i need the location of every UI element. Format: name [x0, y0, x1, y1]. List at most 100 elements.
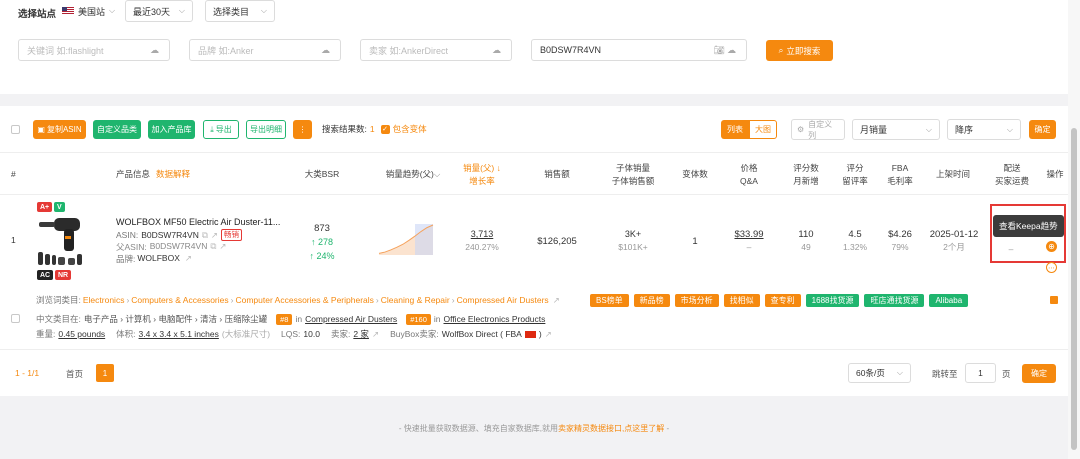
search-icon: ⌕ — [778, 45, 784, 55]
sales-trend-chart[interactable] — [378, 222, 434, 256]
browse-node-peripherals[interactable]: Computer Accessories & Peripherals — [235, 295, 373, 305]
external-link-icon[interactable]: ↗ — [545, 329, 552, 340]
upload-cloud-icon[interactable]: ☁ — [150, 45, 161, 56]
external-link-icon[interactable]: ↗ — [211, 230, 218, 241]
col-launch[interactable]: 上架时间 — [932, 168, 974, 181]
col-rating[interactable]: 评分 留评率 — [838, 162, 872, 188]
grid-view-button[interactable]: 大图 — [749, 120, 777, 139]
asin-input[interactable]: B0DSW7R4VN 📷︎☁ — [531, 39, 747, 61]
copy-icon: ▣ — [37, 125, 45, 134]
goto-confirm-button[interactable]: 确定 — [1022, 364, 1056, 383]
buybox-value[interactable]: WolfBox Direct ( FBA — [442, 329, 522, 339]
new-release-chip[interactable]: 新品榜 — [633, 294, 670, 307]
first-page-link[interactable]: 首页 — [66, 368, 83, 380]
copy-asin-label: 复制ASIN — [46, 125, 82, 134]
col-child-sales[interactable]: 子体销量 子体销售额 — [606, 162, 660, 188]
external-link-icon[interactable]: ↗ — [553, 295, 560, 306]
search-button[interactable]: ⌕ 立即搜索 — [766, 40, 833, 61]
per-page-select[interactable]: 60条/页 ⌵ — [848, 363, 911, 383]
product-title[interactable]: WOLFBOX MF50 Electric Air Duster-11... — [116, 217, 280, 227]
specs-line: 重量: 0.45 pounds 体积: 3.4 x 3.4 x 5.1 inch… — [36, 328, 552, 340]
upload-cloud-icon[interactable]: ☁ — [321, 45, 332, 56]
divider — [0, 194, 1068, 195]
list-view-button[interactable]: 列表 — [721, 120, 749, 139]
rank-category-link[interactable]: Compressed Air Dusters — [305, 314, 397, 324]
page-1-button[interactable]: 1 — [96, 364, 114, 382]
period-select[interactable]: 最近30天 ⌵ — [125, 0, 193, 22]
col-reviews[interactable]: 评分数 月新增 — [788, 162, 824, 188]
category-select[interactable]: 选择类目 ⌵ — [205, 0, 275, 22]
data-explain-link[interactable]: 数据解释 — [156, 168, 190, 181]
seller-input[interactable]: 卖家 如:AnkerDirect ☁ — [360, 39, 512, 61]
external-link-icon[interactable]: ↗ — [185, 253, 192, 265]
sort-order-select[interactable]: 降序 ⌵ — [947, 119, 1021, 140]
more-actions-icon[interactable]: ⋯ — [1046, 262, 1057, 273]
product-image[interactable] — [36, 214, 86, 268]
more-menu-button[interactable]: ⋮ — [293, 120, 312, 139]
market-analysis-chip[interactable]: 市场分析 — [674, 294, 719, 307]
include-variants-checkbox[interactable]: ✓ — [380, 124, 390, 134]
select-all-checkbox[interactable] — [11, 125, 20, 134]
keepa-trend-icon[interactable]: ⊕ — [1046, 241, 1057, 252]
col-fba[interactable]: FBA 毛利率 — [882, 162, 918, 188]
asin-value[interactable]: B0DSW7R4VN — [141, 230, 199, 240]
brand-value[interactable]: WOLFBOX — [137, 253, 180, 265]
parent-asin-value[interactable]: B0DSW7R4VN — [150, 241, 208, 253]
browse-node-electronics[interactable]: Electronics — [83, 295, 125, 305]
browse-node-cleaning[interactable]: Cleaning & Repair — [381, 295, 450, 305]
col-margin-label: 毛利率 — [887, 176, 913, 186]
site-select[interactable]: 美国站 ⌵ — [62, 4, 115, 18]
find-similar-chip[interactable]: 找相似 — [723, 294, 760, 307]
col-variants[interactable]: 变体数 — [676, 168, 714, 181]
browse-node-computers[interactable]: Computers & Accessories — [131, 295, 228, 305]
brand-input[interactable]: 品牌 如:Anker ☁ — [189, 39, 341, 61]
col-product-label: 产品信息 — [116, 169, 151, 179]
divider — [0, 349, 1068, 350]
chevron-down-icon: ⌵ — [260, 6, 267, 15]
keyword-input[interactable]: 关键词 如:flashlight ☁ — [18, 39, 170, 61]
api-promo-link[interactable]: 卖家精灵数据接口,点这里了解 — [558, 424, 664, 433]
copy-icon[interactable]: ⧉ — [210, 241, 216, 253]
vertical-scrollbar[interactable] — [1068, 0, 1080, 459]
source-1688-chip[interactable]: 1688找货源 — [805, 294, 860, 307]
col-bsr[interactable]: 大类BSR — [302, 168, 342, 181]
site-value: 美国站 — [78, 6, 106, 17]
upload-cloud-icon[interactable]: ☁ — [492, 45, 503, 56]
alibaba-chip[interactable]: Alibaba — [929, 294, 969, 307]
add-library-button[interactable]: 加入产品库 — [148, 120, 195, 139]
sort-confirm-button[interactable]: 确定 — [1029, 120, 1056, 139]
browse-node-dusters[interactable]: Compressed Air Dusters — [457, 295, 549, 305]
asin-label: ASIN: — [116, 230, 139, 240]
col-sales[interactable]: 销量(父) ↓ 增长率 — [460, 162, 504, 188]
row-checkbox[interactable] — [11, 314, 20, 323]
video-badge: V — [54, 202, 65, 212]
external-link-icon[interactable]: ↗ — [219, 241, 226, 253]
sort-field-select[interactable]: 月销量 ⌵ — [852, 119, 940, 140]
cn-category-line: 中文类目在: 电子产品 › 计算机 › 电脑配件 › 清洁 › 压缩除尘罐 #8… — [36, 313, 545, 325]
collapse-icon[interactable] — [1050, 296, 1058, 304]
copy-asin-button[interactable]: ▣ 复制ASIN — [33, 120, 86, 139]
col-trend[interactable]: 销量趋势(父)⌵ — [380, 168, 446, 181]
add-library-label: 加入产品库 — [151, 125, 192, 134]
patent-check-chip[interactable]: 查专利 — [764, 294, 801, 307]
export-label: 导出 — [215, 125, 232, 134]
rank-category-link[interactable]: Office Electronics Products — [444, 314, 546, 324]
copy-icon[interactable]: ⧉ — [202, 230, 208, 241]
col-revenue[interactable]: 销售额 — [535, 168, 579, 181]
bs-rank-chip[interactable]: BS榜单 — [590, 294, 629, 307]
breadcrumb-separator: › — [451, 295, 455, 305]
camera-icon[interactable]: 📷︎☁ — [714, 45, 738, 56]
wangdiantong-chip[interactable]: 旺店通找货源 — [864, 294, 925, 307]
bsr-value: 873 — [314, 223, 330, 234]
export-detail-button[interactable]: 导出明细 — [246, 120, 286, 139]
export-button[interactable]: ⤓ 导出 — [203, 120, 239, 139]
col-price[interactable]: 价格 Q&A — [732, 162, 766, 188]
custom-category-button[interactable]: 自定义品类 — [93, 120, 141, 139]
scrollbar-thumb[interactable] — [1071, 128, 1077, 450]
hot-seller-badge: 畅销 — [221, 229, 243, 241]
custom-columns-button[interactable]: ⚙ 自定义列 — [791, 119, 845, 140]
seller-count[interactable]: 2 家 — [353, 328, 369, 340]
external-link-icon[interactable]: ↗ — [372, 329, 379, 340]
variants-value: 1 — [692, 236, 698, 247]
goto-page-input[interactable]: 1 — [965, 363, 996, 383]
